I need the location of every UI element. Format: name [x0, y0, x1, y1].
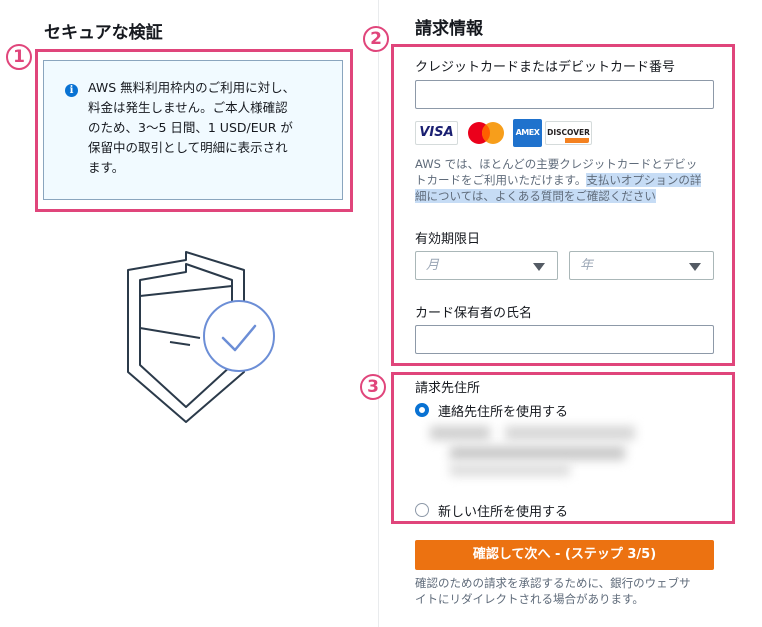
- card-number-label: クレジットカードまたはデビットカード番号: [415, 60, 676, 75]
- use-contact-address-label[interactable]: 連絡先住所を使用する: [438, 401, 568, 420]
- redacted-block: [430, 426, 490, 440]
- amex-logo-text: AMEX: [515, 128, 540, 137]
- info-line: 保留中の取引として明細に表示され: [88, 140, 288, 155]
- visa-logo: VISA: [415, 121, 458, 145]
- use-new-address-radio[interactable]: [415, 503, 429, 517]
- note-line: AWS では、ほとんどの主要クレジットカードとデビッ: [415, 157, 698, 171]
- faq-link[interactable]: 細については、よくある質問をご確認ください: [415, 189, 656, 203]
- info-line: のため、3〜5 日間、1 USD/EUR が: [88, 120, 293, 135]
- amex-logo: AMEX: [513, 119, 542, 147]
- year-placeholder: 年: [580, 258, 594, 273]
- card-number-input[interactable]: [415, 80, 714, 109]
- annotation-badge-2: 2: [363, 26, 389, 52]
- discover-logo: DISCOVER: [545, 121, 592, 145]
- cardholder-label: カード保有者の氏名: [415, 306, 533, 321]
- expiry-year-select[interactable]: 年: [569, 251, 714, 280]
- info-line: ます。: [88, 160, 125, 175]
- annotation-badge-3: 3: [360, 374, 386, 400]
- confirm-next-button[interactable]: 確認して次へ - (ステップ 3/5): [415, 540, 714, 570]
- info-icon: i: [65, 84, 78, 97]
- column-divider: [378, 0, 379, 627]
- chevron-down-icon: [533, 263, 545, 271]
- expiry-month-select[interactable]: 月: [415, 251, 558, 280]
- visa-logo-text: VISA: [419, 125, 454, 140]
- annotation-badge-1: 1: [6, 44, 32, 70]
- redacted-block: [450, 446, 625, 460]
- use-contact-address-radio[interactable]: [415, 403, 429, 417]
- note-line: 確認のための請求を承認するために、銀行のウェブサ: [415, 576, 691, 590]
- discover-accent: [565, 138, 589, 143]
- shield-check-illustration: [127, 251, 275, 423]
- info-alert: i AWS 無料利用枠内のご利用に対し、 料金は発生しません。ご本人様確認 のた…: [43, 60, 343, 200]
- billing-info-heading: 請求情報: [415, 19, 483, 39]
- info-alert-text: AWS 無料利用枠内のご利用に対し、 料金は発生しません。ご本人様確認 のため、…: [88, 78, 338, 178]
- secure-verification-heading: セキュアな検証: [44, 23, 163, 43]
- redirect-note: 確認のための請求を承認するために、銀行のウェブサ イトにリダイレクトされる場合が…: [415, 575, 725, 607]
- redacted-block: [450, 464, 570, 476]
- month-placeholder: 月: [426, 258, 440, 273]
- payment-options-link[interactable]: 支払いオプションの詳: [586, 173, 702, 187]
- cardholder-name-input[interactable]: [415, 325, 714, 354]
- info-line: AWS 無料利用枠内のご利用に対し、: [88, 80, 296, 95]
- mastercard-logo: [468, 122, 504, 144]
- note-line: イトにリダイレクトされる場合があります。: [415, 592, 644, 606]
- supported-cards-note: AWS では、ほとんどの主要クレジットカードとデビッ トカードをご利用いただけま…: [415, 156, 720, 204]
- billing-address-label: 請求先住所: [415, 381, 481, 396]
- expiry-label: 有効期限日: [415, 232, 481, 247]
- redacted-address: [420, 422, 640, 482]
- chevron-down-icon: [689, 263, 701, 271]
- redacted-block: [505, 426, 635, 440]
- info-line: 料金は発生しません。ご本人様確認: [88, 100, 288, 115]
- note-line: トカードをご利用いただけます。: [415, 173, 587, 187]
- use-new-address-label[interactable]: 新しい住所を使用する: [438, 501, 568, 520]
